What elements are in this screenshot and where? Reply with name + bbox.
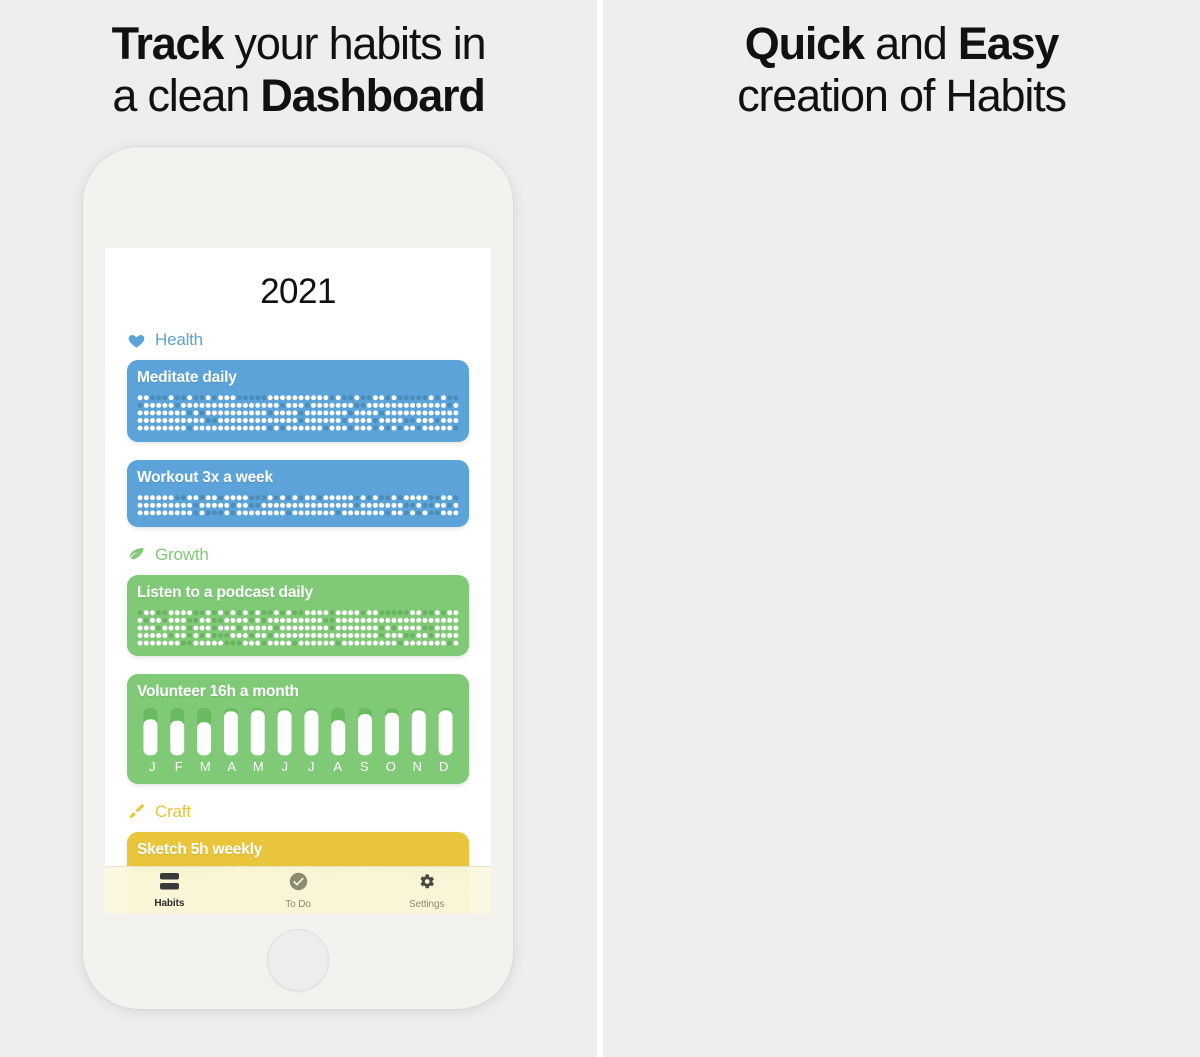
- headline-rest-1: your habits in: [223, 18, 487, 69]
- tab-todo[interactable]: To Do: [234, 867, 363, 914]
- habit-card-workout[interactable]: Workout 3x a week: [127, 459, 469, 527]
- heart-icon: [127, 331, 146, 350]
- leaf-icon: [127, 545, 146, 564]
- month-label: M: [199, 758, 211, 774]
- habits-icon: [159, 872, 180, 895]
- headline-bold-dashboard: Dashboard: [260, 70, 485, 121]
- month-label: O: [385, 758, 396, 774]
- month-label: J: [308, 758, 315, 774]
- habit-dot-grid: [137, 395, 459, 431]
- brush-icon: [127, 802, 146, 821]
- habit-dot-grid: [137, 495, 459, 516]
- headline-rest-2: a clean: [112, 70, 261, 121]
- month-label: A: [227, 758, 237, 774]
- headline-mid: and: [863, 18, 958, 69]
- headline-line2: creation of Habits: [737, 70, 1067, 121]
- right-promo-panel: Quick and Easy creation of Habits Habit …: [603, 0, 1200, 1057]
- promo-stage: Track your habits in a clean Dashboard 2…: [0, 0, 1200, 1057]
- left-promo-panel: Track your habits in a clean Dashboard 2…: [0, 0, 597, 1057]
- habit-title: Workout 3x a week: [137, 468, 273, 486]
- headline-bold-track: Track: [111, 18, 225, 69]
- month-label: J: [281, 758, 289, 774]
- habit-card-volunteer[interactable]: Volunteer 16h a month JFMAMJJASOND: [127, 674, 469, 784]
- habit-title: Meditate daily: [137, 369, 237, 386]
- home-button[interactable]: [267, 929, 329, 991]
- habit-title: Sketch 5h weekly: [137, 840, 263, 858]
- month-label: N: [412, 758, 422, 774]
- dashboard-view: 2021 Health Meditate daily Workout 3x a …: [105, 248, 491, 914]
- month-label: J: [149, 758, 156, 774]
- category-label-growth: Growth: [155, 544, 209, 564]
- tab-settings[interactable]: Settings: [362, 867, 491, 914]
- gear-icon: [417, 872, 436, 896]
- month-label: S: [359, 758, 369, 774]
- habit-card-podcast[interactable]: Listen to a podcast daily: [127, 574, 469, 657]
- category-label-craft: Craft: [155, 801, 191, 821]
- headline-bold-easy: Easy: [957, 18, 1060, 69]
- category-header-health: Health: [105, 330, 491, 350]
- category-header-craft: Craft: [105, 802, 491, 822]
- tab-label: Habits: [154, 897, 185, 909]
- month-label: F: [174, 758, 183, 774]
- month-label: D: [439, 758, 449, 774]
- month-label: M: [252, 758, 264, 774]
- tab-label: To Do: [285, 898, 311, 910]
- habit-month-bars: [143, 708, 453, 756]
- dashboard-year: 2021: [260, 272, 336, 311]
- phone-screen-left: 2021 Health Meditate daily Workout 3x a …: [105, 248, 491, 914]
- tab-label: Settings: [409, 898, 445, 910]
- check-circle-icon: [289, 872, 308, 896]
- category-label-health: Health: [155, 330, 203, 349]
- headline-bold-quick: Quick: [744, 18, 865, 69]
- month-label: A: [333, 758, 343, 774]
- habit-dot-grid: [137, 609, 459, 646]
- month-label-row: JFMAMJJASOND: [137, 756, 459, 774]
- right-headline: Quick and Easy creation of Habits: [603, 18, 1200, 122]
- category-header-growth: Growth: [105, 545, 491, 565]
- bottom-tab-bar: Habits To Do Settings: [105, 866, 491, 914]
- left-headline: Track your habits in a clean Dashboard: [0, 18, 597, 122]
- tab-habits[interactable]: Habits: [105, 867, 234, 914]
- habit-title: Volunteer 16h a month: [137, 683, 299, 701]
- habit-title: Listen to a podcast daily: [137, 583, 313, 601]
- habit-card-meditate[interactable]: Meditate daily: [127, 360, 469, 442]
- phone-mockup-left: 2021 Health Meditate daily Workout 3x a …: [83, 147, 513, 1009]
